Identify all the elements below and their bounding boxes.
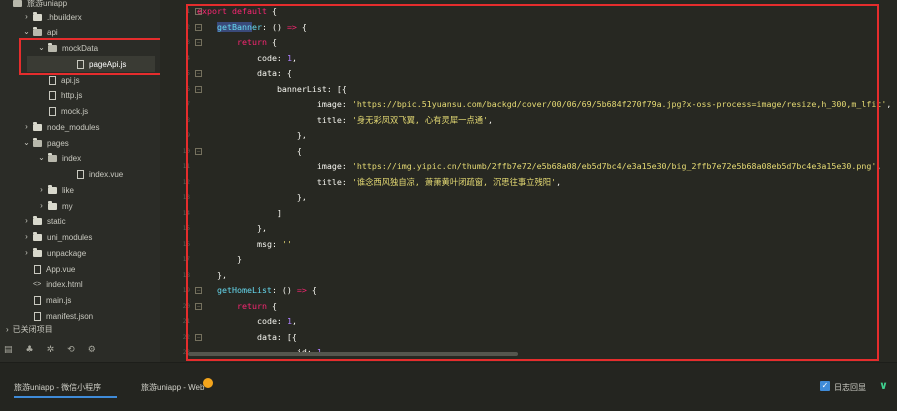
tab-web-console[interactable]: 旅游uniapp - Web	[141, 382, 204, 393]
folder-icon	[33, 11, 42, 21]
file-icon	[49, 90, 56, 100]
tree-item-label: my	[62, 201, 73, 211]
file-icon	[34, 311, 41, 321]
horizontal-scrollbar[interactable]	[188, 352, 878, 358]
tree-item-label: main.js	[46, 295, 72, 305]
folder-icon	[33, 215, 42, 225]
highlight-box-mockdata	[19, 38, 160, 75]
html-file-icon: <>	[33, 280, 42, 288]
bottom-panel-bar: 旅游uniapp - 微信小程序 旅游uniapp - Web ✓ 日志回显 ∨	[0, 362, 897, 411]
tree-item-static[interactable]: › static	[0, 213, 160, 229]
chevron-right-icon: ›	[6, 324, 9, 334]
highlight-box-code	[186, 4, 879, 361]
tree-item-label: pages	[47, 138, 69, 148]
file-icon	[34, 295, 41, 305]
chevron-right-icon[interactable]: ›	[22, 245, 31, 261]
file-icon	[77, 169, 84, 179]
scrollbar-thumb[interactable]	[188, 352, 518, 356]
log-echo-checkbox[interactable]: ✓	[820, 381, 830, 391]
tree-item-app-vue[interactable]: App.vue	[0, 261, 160, 277]
code-token: ,	[886, 99, 892, 109]
chevron-right-icon[interactable]: ›	[37, 198, 46, 214]
tree-item-label: App.vue	[46, 264, 76, 274]
tree-item-label: unpackage	[47, 248, 87, 258]
tree-item-http-js[interactable]: http.js	[0, 87, 160, 103]
tree-item-node-modules[interactable]: › node_modules	[0, 119, 160, 135]
tree-item-main-js[interactable]: main.js	[0, 292, 160, 308]
tree-item-index-vue[interactable]: index.vue	[0, 166, 160, 182]
chevron-right-icon[interactable]: ›	[22, 9, 31, 25]
terminal-icon[interactable]: ▤	[4, 345, 13, 355]
tree-item-uni-modules[interactable]: › uni_modules	[0, 229, 160, 245]
folder-icon	[33, 137, 42, 147]
folder-icon	[33, 231, 42, 241]
debug-icon[interactable]: ✲	[47, 345, 55, 355]
file-icon	[49, 106, 56, 116]
file-explorer-sidebar: 旅游uniapp › .hbuilderx ⌄ api ⌄ mockData pageApi.…	[0, 0, 160, 362]
tree-item--hbuilderx[interactable]: › .hbuilderx	[0, 9, 160, 25]
active-tab-indicator	[14, 396, 117, 398]
tree-item-index-html[interactable]: <> index.html	[0, 276, 160, 292]
tree-item-my[interactable]: › my	[0, 198, 160, 214]
tree-item-label: index.vue	[89, 169, 124, 179]
tree-item-label: static	[47, 216, 66, 226]
tree-item-label: api.js	[61, 75, 80, 85]
tree-item-label: node_modules	[47, 122, 100, 132]
tree-item-label: 旅游uniapp	[27, 0, 68, 8]
file-icon	[34, 264, 41, 274]
tree-item-unpackage[interactable]: › unpackage	[0, 245, 160, 261]
chevron-right-icon[interactable]: ›	[22, 229, 31, 245]
closed-projects-label: 已关闭项目	[12, 324, 53, 334]
tree-item-pages[interactable]: ⌄ pages	[0, 135, 160, 151]
folder-icon	[13, 0, 22, 7]
tree-item-label: mock.js	[61, 106, 89, 116]
file-icon	[49, 75, 56, 85]
chevron-down-icon[interactable]: ⌄	[37, 150, 46, 166]
folder-icon	[48, 184, 57, 194]
tree-item-label: uni_modules	[47, 232, 93, 242]
folder-icon	[48, 200, 57, 210]
folder-icon	[48, 152, 57, 162]
search-icon[interactable]: ⟲	[67, 345, 75, 355]
chevron-right-icon[interactable]: ›	[22, 119, 31, 135]
tree-item-label: .hbuilderx	[47, 12, 82, 22]
tree-item-mock-js[interactable]: mock.js	[0, 103, 160, 119]
tree-item-index[interactable]: ⌄ index	[0, 150, 160, 166]
settings-icon[interactable]: ⚙	[88, 345, 96, 355]
tree-item-label: index	[62, 153, 82, 163]
tree-item-label: like	[62, 185, 75, 195]
folder-icon	[33, 247, 42, 257]
tree-item-like[interactable]: › like	[0, 182, 160, 198]
chevron-right-icon[interactable]: ›	[22, 213, 31, 229]
plugin-icon[interactable]: ♣	[26, 345, 34, 355]
log-echo-label: 日志回显	[834, 383, 866, 392]
chevron-down-icon[interactable]: ∨	[879, 379, 888, 392]
tree-item-label: manifest.json	[46, 311, 94, 321]
chevron-right-icon[interactable]: ›	[37, 182, 46, 198]
closed-projects-toggle[interactable]: › 已关闭项目	[0, 321, 160, 337]
tree-item-label: http.js	[61, 90, 83, 100]
tree-item-label: index.html	[46, 279, 83, 289]
tree-item-label: api	[47, 27, 58, 37]
folder-icon	[33, 121, 42, 131]
sidebar-toolbar: ▤ ♣ ✲ ⟲ ⚙	[0, 340, 160, 360]
notification-badge	[203, 378, 213, 388]
tab-weixin-console[interactable]: 旅游uniapp - 微信小程序	[14, 382, 101, 393]
chevron-down-icon[interactable]: ⌄	[22, 135, 31, 151]
folder-icon	[33, 26, 42, 36]
